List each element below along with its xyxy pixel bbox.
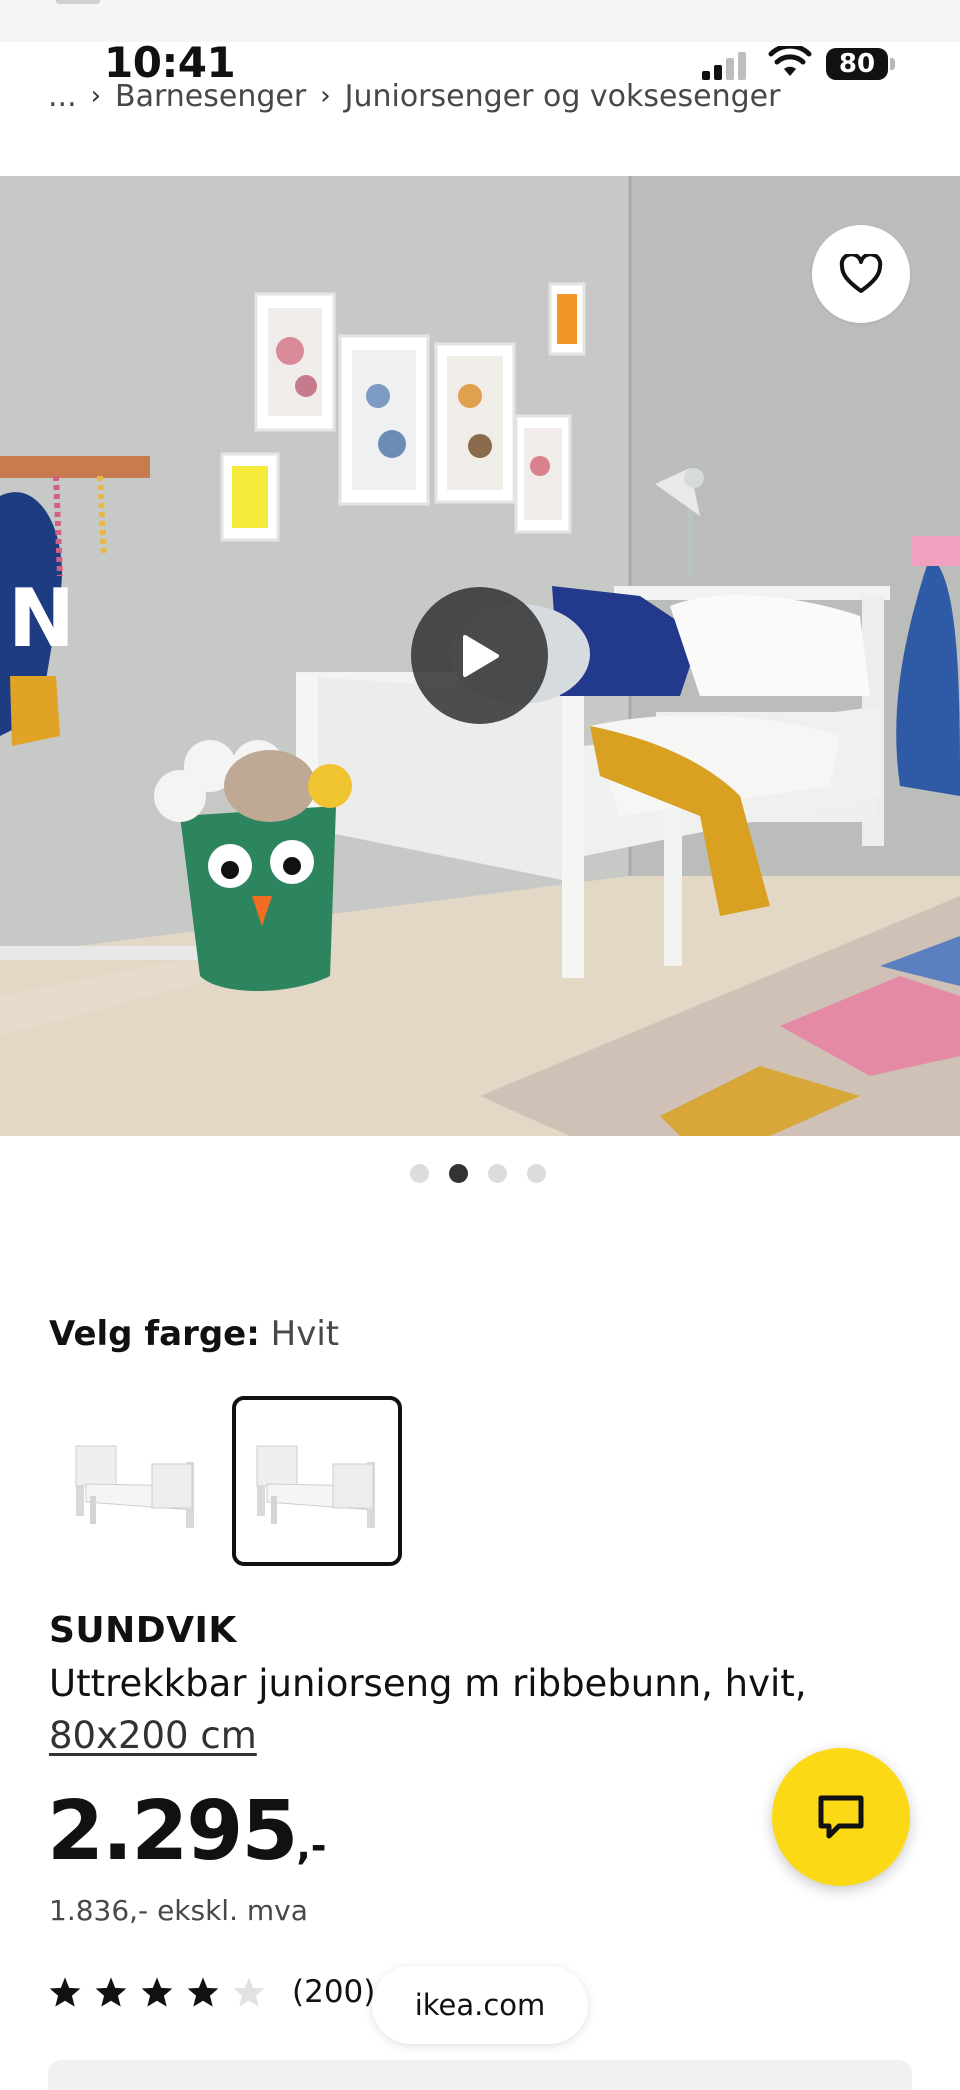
play-video-button[interactable] <box>411 587 548 724</box>
browser-top-strip <box>0 0 960 42</box>
browser-url-bar[interactable]: ikea.com <box>372 1966 588 2044</box>
bed-thumbnail-image <box>75 1445 194 1528</box>
battery-indicator: 80 <box>826 48 888 80</box>
price-value: 2.295 <box>47 1784 298 1879</box>
chat-bubble-icon <box>818 1795 864 1839</box>
color-swatch-2-selected[interactable] <box>232 1396 402 1566</box>
color-label-title: Velg farge: <box>49 1314 260 1354</box>
chat-button[interactable] <box>772 1748 910 1886</box>
product-price: 2.295,- <box>47 1784 327 1879</box>
svg-text:N: N <box>8 572 75 665</box>
chevron-right-icon: › <box>90 81 102 111</box>
breadcrumb-item-juniorsenger[interactable]: Juniorsenger og voksesenger <box>345 79 781 114</box>
carousel-dot-3[interactable] <box>488 1164 507 1183</box>
price-suffix: ,- <box>296 1824 327 1868</box>
product-size-link[interactable]: 80x200 cm <box>49 1710 257 1762</box>
star-filled-icon <box>49 1977 81 2007</box>
price-excluding-vat: 1.836,- ekskl. mva <box>49 1894 308 1927</box>
color-label-value: Hvit <box>270 1314 340 1354</box>
breadcrumb-item-barnesenger[interactable]: Barnesenger <box>115 79 306 114</box>
breadcrumb: ... › Barnesenger › Juniorsenger og voks… <box>48 76 780 116</box>
review-count[interactable]: (200) <box>292 1974 375 2010</box>
bed-thumbnail-image <box>256 1445 375 1528</box>
play-icon <box>462 634 499 677</box>
color-swatch-1[interactable] <box>51 1396 221 1566</box>
star-empty-icon <box>233 1977 265 2007</box>
star-filled-icon <box>187 1977 219 2007</box>
drag-handle <box>56 0 100 4</box>
breadcrumb-ellipsis[interactable]: ... <box>48 79 77 114</box>
carousel-pagination[interactable] <box>410 1164 546 1183</box>
favorite-button[interactable] <box>812 225 910 323</box>
bottom-sheet-edge <box>48 2060 912 2090</box>
star-filled-icon <box>95 1977 127 2007</box>
product-description: Uttrekkbar juniorseng m ribbebunn, hvit, <box>49 1662 807 1705</box>
star-filled-icon <box>141 1977 173 2007</box>
product-name: SUNDVIK <box>49 1610 237 1651</box>
wifi-icon <box>768 46 812 76</box>
carousel-dot-1[interactable] <box>410 1164 429 1183</box>
carousel-dot-2[interactable] <box>449 1164 468 1183</box>
product-rating[interactable]: (200) <box>48 1974 375 2010</box>
color-selection-label: Velg farge: Hvit <box>49 1314 339 1354</box>
battery-cap <box>890 58 895 70</box>
chevron-right-icon: › <box>320 81 331 111</box>
carousel-dot-4[interactable] <box>527 1164 546 1183</box>
heart-icon <box>839 254 883 293</box>
